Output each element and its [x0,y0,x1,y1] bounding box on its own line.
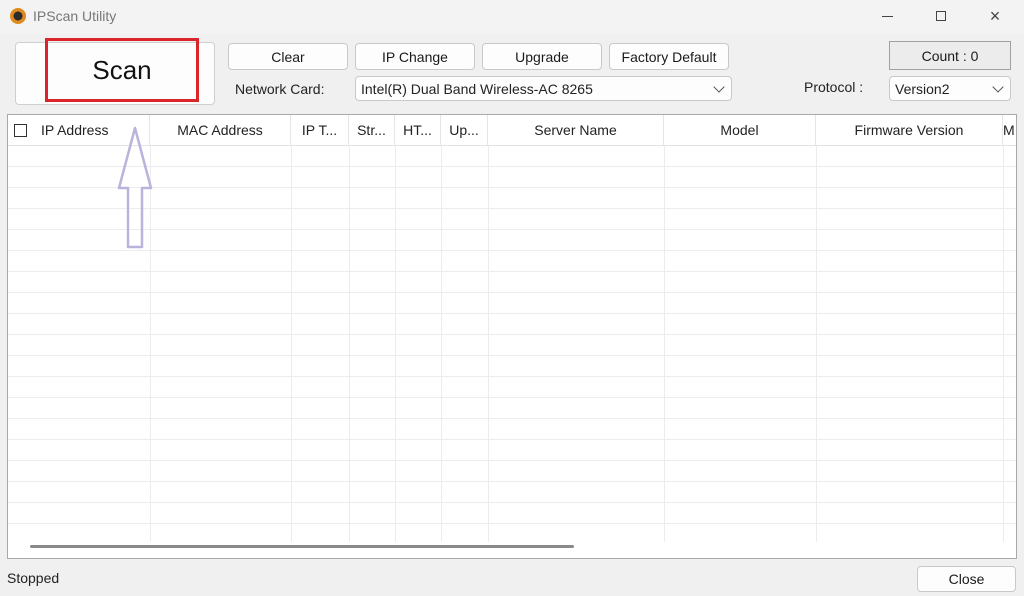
column-divider [664,146,665,542]
column-label: Str... [357,122,386,138]
maximize-icon [936,11,946,21]
column-divider [395,146,396,542]
close-button[interactable]: Close [917,566,1016,592]
arrow-shape [117,126,153,249]
column-label: M [1003,122,1015,138]
column-firmware-version[interactable]: Firmware Version [816,115,1003,145]
column-label: MAC Address [177,122,263,138]
network-card-value: Intel(R) Dual Band Wireless-AC 8265 [361,80,593,97]
column-label: Model [720,122,759,138]
table-body [8,146,1016,544]
app-icon [10,8,26,24]
select-all-checkbox[interactable] [14,123,27,137]
column-divider [441,146,442,542]
network-card-label: Network Card: [235,81,325,97]
table-header: IP Address MAC Address IP T... Str... HT… [8,115,1016,146]
column-divider [488,146,489,542]
up-arrow-icon [117,126,153,249]
column-stream[interactable]: Str... [349,115,395,145]
network-card-select[interactable]: Intel(R) Dual Band Wireless-AC 8265 [355,76,732,101]
column-divider [816,146,817,542]
column-divider [291,146,292,542]
column-http[interactable]: HT... [395,115,441,145]
column-upnp[interactable]: Up... [441,115,488,145]
column-label: IP T... [301,122,338,138]
column-server-name[interactable]: Server Name [488,115,664,145]
column-model[interactable]: Model [664,115,816,145]
column-ip-type[interactable]: IP T... [291,115,349,145]
count-display: Count : 0 [889,41,1011,70]
protocol-value: Version2 [895,80,950,97]
protocol-label: Protocol : [804,79,864,95]
chevron-down-icon [713,81,725,93]
factory-default-button[interactable]: Factory Default [609,43,729,70]
column-label: IP Address [41,122,109,138]
column-label: Up... [449,122,479,138]
close-icon: × [989,6,1001,26]
column-mac-address[interactable]: MAC Address [150,115,291,145]
protocol-select[interactable]: Version2 [889,76,1011,101]
scan-button-label[interactable]: Scan [45,38,199,102]
column-divider [349,146,350,542]
column-label: Server Name [534,122,617,138]
window-title: IPScan Utility [33,8,117,24]
column-label: HT... [403,122,432,138]
chevron-down-icon [992,81,1004,93]
horizontal-scrollbar[interactable] [30,545,574,548]
status-text: Stopped [7,570,60,586]
column-divider [1003,146,1004,542]
column-m[interactable]: M [1003,115,1016,145]
minimize-button[interactable] [864,0,910,32]
upgrade-button[interactable]: Upgrade [482,43,602,70]
column-label: Firmware Version [854,122,964,138]
window-close-button[interactable]: × [972,0,1018,32]
ip-change-button[interactable]: IP Change [355,43,475,70]
device-table[interactable]: IP Address MAC Address IP T... Str... HT… [7,114,1017,559]
maximize-button[interactable] [918,0,964,32]
clear-button[interactable]: Clear [228,43,348,70]
minimize-icon [881,15,893,17]
